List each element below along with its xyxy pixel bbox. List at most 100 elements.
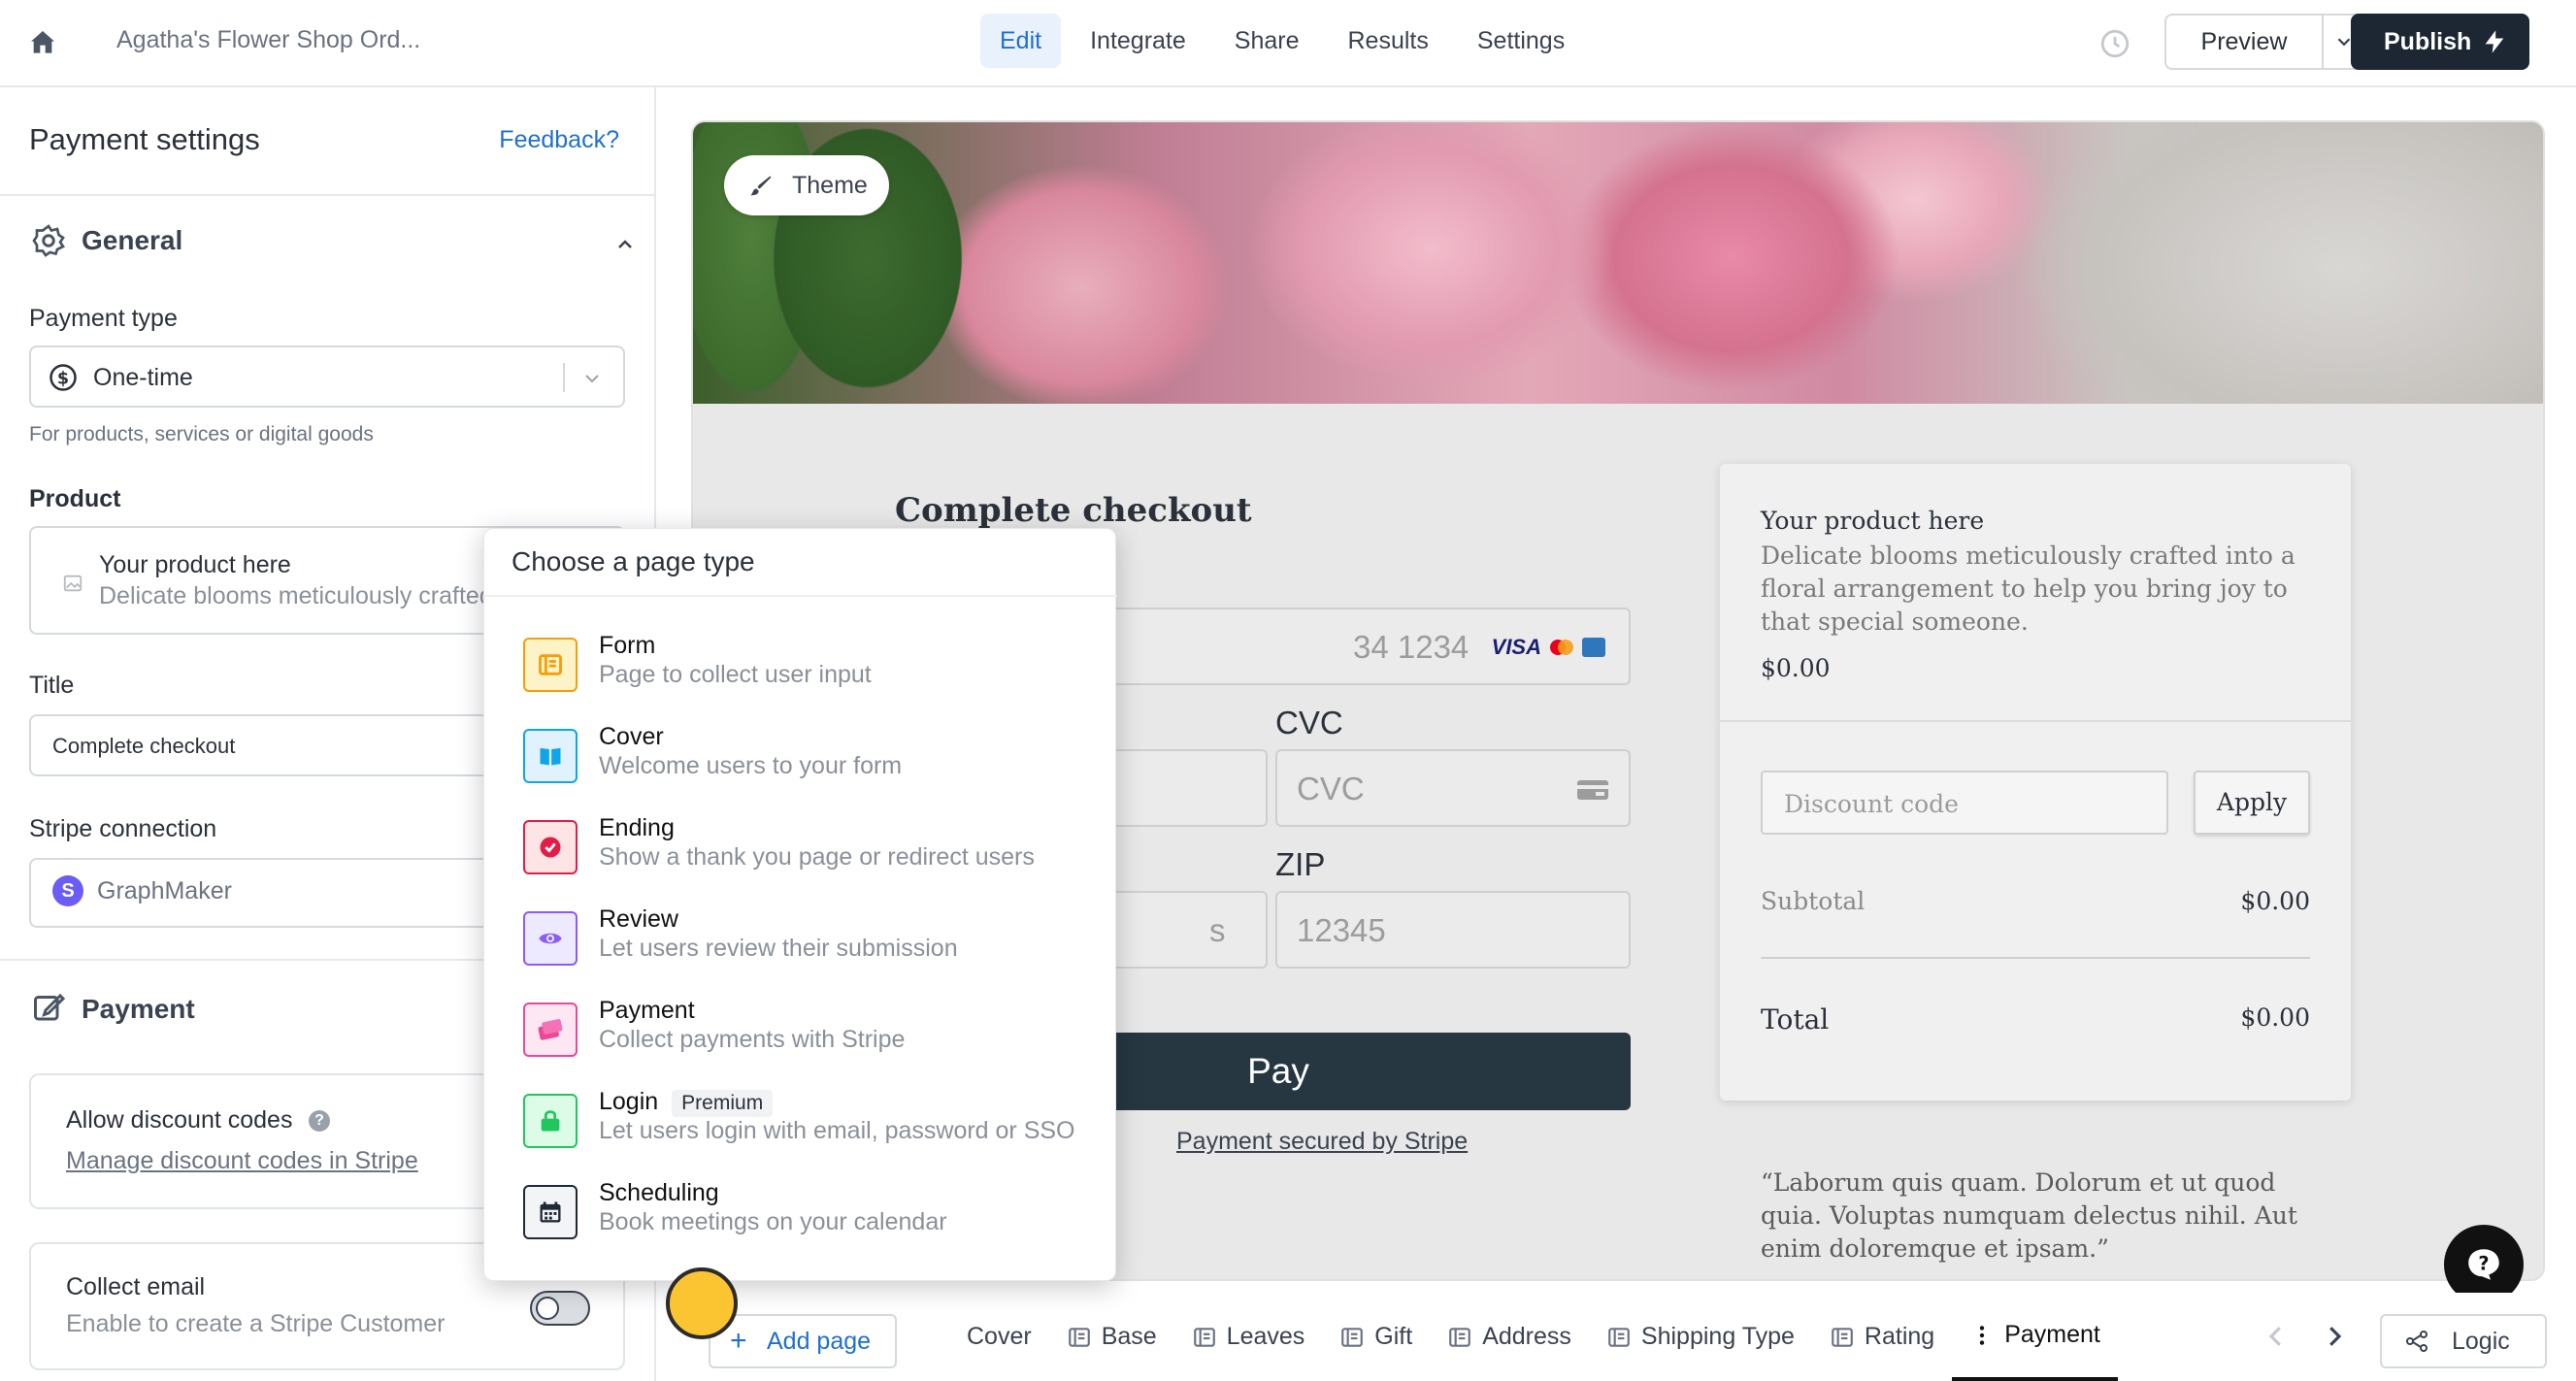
vertical-dots-icon[interactable] bbox=[1969, 1323, 1995, 1348]
page-type-form[interactable]: Form Page to collect user input bbox=[523, 628, 1106, 700]
page-tab-rating[interactable]: Rating bbox=[1812, 1293, 1952, 1381]
edit-icon bbox=[34, 993, 66, 1021]
form-icon bbox=[1832, 1327, 1853, 1347]
page-type-ending[interactable]: Ending Show a thank you page or redirect… bbox=[523, 810, 1106, 882]
summary-product-description: Delicate blooms meticulously crafted int… bbox=[1761, 542, 2295, 636]
cover-image bbox=[693, 122, 2543, 404]
page-type-title: Scheduling bbox=[599, 1179, 719, 1206]
home-icon[interactable] bbox=[27, 27, 58, 58]
zip-input[interactable]: 12345 bbox=[1275, 891, 1631, 969]
page-type-description: Let users review their submission bbox=[599, 935, 958, 962]
page-type-description: Show a thank you page or redirect users bbox=[599, 843, 1035, 871]
payment-type-select[interactable]: $ One-time bbox=[29, 345, 625, 408]
zip-label: ZIP bbox=[1275, 846, 1326, 882]
chevron-left-icon[interactable] bbox=[2262, 1320, 2291, 1353]
page-tab-shipping-type[interactable]: Shipping Type bbox=[1589, 1293, 1812, 1381]
lock-icon bbox=[523, 1094, 578, 1148]
page-tab-cover[interactable]: Cover bbox=[949, 1293, 1049, 1381]
chat-question-icon: ? bbox=[2468, 1249, 2499, 1280]
page-type-title: Ending bbox=[599, 814, 675, 841]
svg-text:?: ? bbox=[2478, 1252, 2489, 1274]
preview-button[interactable]: Preview bbox=[2164, 14, 2324, 70]
city-placeholder: s bbox=[1209, 912, 1226, 948]
collect-email-title: Collect email bbox=[66, 1273, 206, 1300]
stripe-logo-icon: S bbox=[52, 875, 83, 906]
stripe-account-name: GraphMaker bbox=[97, 877, 232, 904]
nav-share[interactable]: Share bbox=[1215, 14, 1319, 68]
page-type-title: Cover bbox=[599, 723, 664, 750]
discount-code-placeholder: Discount code bbox=[1784, 790, 1959, 818]
manage-discount-codes-link[interactable]: Manage discount codes in Stripe bbox=[66, 1147, 418, 1175]
page-type-description: Welcome users to your form bbox=[599, 752, 903, 779]
theme-label: Theme bbox=[792, 172, 868, 199]
cvc-input[interactable]: CVC bbox=[1275, 749, 1631, 827]
plus-icon: + bbox=[730, 1325, 747, 1357]
page-type-title: Login Premium bbox=[599, 1088, 774, 1117]
collect-email-toggle[interactable] bbox=[530, 1291, 590, 1326]
page-type-description: Page to collect user input bbox=[599, 661, 872, 688]
product-label: Product bbox=[29, 485, 121, 512]
page-type-login[interactable]: Login Premium Let users login with email,… bbox=[523, 1084, 1106, 1156]
logic-button[interactable]: Logic bbox=[2380, 1314, 2547, 1368]
credit-card-icon bbox=[1577, 780, 1608, 800]
form-icon bbox=[1341, 1327, 1364, 1347]
payment-type-value: One-time bbox=[93, 364, 193, 391]
payment-section-title[interactable]: Payment bbox=[82, 994, 195, 1025]
divider bbox=[1761, 957, 2310, 959]
nav-results[interactable]: Results bbox=[1329, 14, 1448, 68]
nav-integrate[interactable]: Integrate bbox=[1071, 14, 1205, 68]
page-type-title: Payment bbox=[599, 997, 695, 1024]
title-label: Title bbox=[29, 672, 75, 699]
calendar-icon bbox=[523, 1185, 578, 1239]
page-tab-label: Cover bbox=[967, 1323, 1032, 1350]
page-scroll-arrows bbox=[2262, 1320, 2349, 1353]
divider bbox=[0, 194, 654, 196]
add-page-button[interactable]: + Add page bbox=[709, 1314, 897, 1368]
page-type-description: Book meetings on your calendar bbox=[599, 1208, 947, 1235]
general-section-title[interactable]: General bbox=[82, 225, 182, 256]
nav-edit[interactable]: Edit bbox=[980, 14, 1062, 68]
payment-secured-link[interactable]: Payment secured by Stripe bbox=[1176, 1128, 1468, 1156]
book-icon bbox=[523, 729, 578, 783]
theme-button[interactable]: Theme bbox=[724, 155, 889, 215]
page-tab-base[interactable]: Base bbox=[1049, 1293, 1174, 1381]
document-title[interactable]: Agatha's Flower Shop Ord... bbox=[116, 26, 420, 54]
discount-code-input[interactable]: Discount code bbox=[1761, 771, 2168, 835]
apply-button[interactable]: Apply bbox=[2194, 771, 2310, 835]
page-tab-label: Gift bbox=[1374, 1323, 1413, 1350]
feedback-link[interactable]: Feedback? bbox=[499, 126, 619, 154]
collect-email-description: Enable to create a Stripe Customer bbox=[66, 1310, 446, 1337]
form-icon bbox=[1068, 1327, 1090, 1347]
checkout-title[interactable]: Complete checkout bbox=[895, 491, 1252, 530]
page-tab-payment[interactable]: Payment bbox=[1952, 1293, 2118, 1381]
chevron-right-icon[interactable] bbox=[2320, 1320, 2349, 1353]
payment-type-label: Payment type bbox=[29, 305, 178, 332]
page-type-scheduling[interactable]: Scheduling Book meetings on your calenda… bbox=[523, 1175, 1106, 1247]
page-type-payment[interactable]: Payment Collect payments with Stripe bbox=[523, 993, 1106, 1065]
publish-button[interactable]: Publish bbox=[2351, 14, 2529, 70]
page-tab-label: Leaves bbox=[1226, 1323, 1305, 1350]
page-tab-gift[interactable]: Gift bbox=[1322, 1293, 1430, 1381]
eye-icon bbox=[523, 911, 578, 966]
check-circle-icon bbox=[523, 820, 578, 874]
zip-placeholder: 12345 bbox=[1297, 912, 1386, 948]
chevron-up-icon[interactable] bbox=[613, 233, 637, 256]
gear-icon bbox=[32, 224, 65, 257]
help-icon[interactable]: ? bbox=[309, 1110, 330, 1132]
page-type-review[interactable]: Review Let users review their submission bbox=[523, 902, 1106, 973]
page-tab-address[interactable]: Address bbox=[1430, 1293, 1589, 1381]
divider bbox=[563, 363, 565, 392]
product-title: Your product here bbox=[99, 551, 291, 578]
page-type-menu: Choose a page type Form Page to collect … bbox=[483, 528, 1117, 1281]
divider bbox=[484, 595, 1117, 597]
nav-settings[interactable]: Settings bbox=[1458, 14, 1584, 68]
chevron-down-icon bbox=[585, 375, 599, 383]
credit-card-icon bbox=[523, 1003, 578, 1057]
page-type-cover[interactable]: Cover Welcome users to your form bbox=[523, 719, 1106, 791]
page-tab-leaves[interactable]: Leaves bbox=[1174, 1293, 1323, 1381]
history-icon[interactable] bbox=[2098, 27, 2131, 60]
dollar-circle-icon: $ bbox=[50, 364, 77, 391]
page-type-description: Collect payments with Stripe bbox=[599, 1026, 906, 1053]
main-nav: Edit Integrate Share Results Settings bbox=[980, 14, 1584, 68]
page-tab-label: Address bbox=[1482, 1323, 1571, 1350]
